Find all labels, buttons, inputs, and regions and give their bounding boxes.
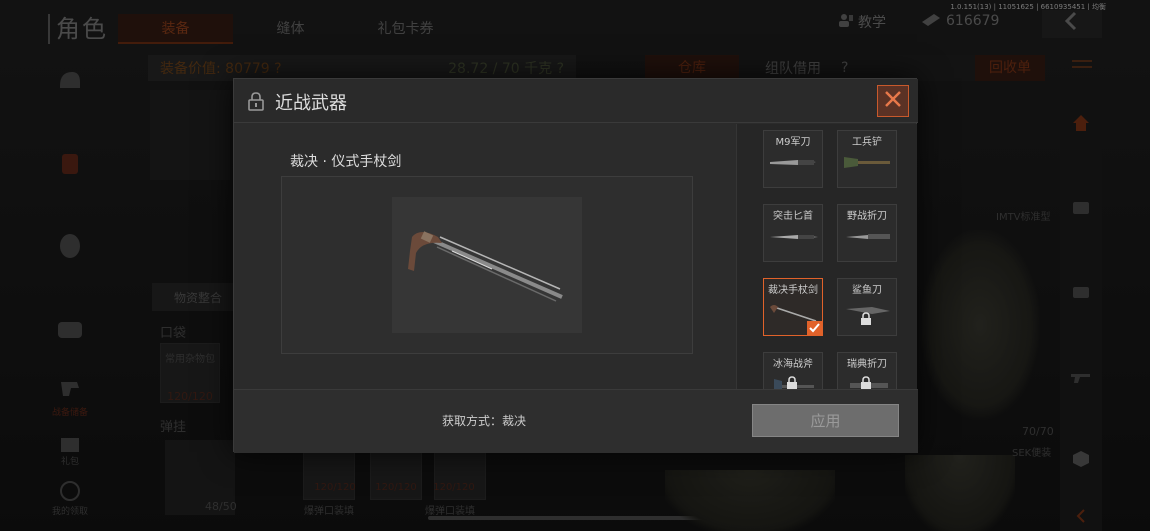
folding-knife-icon <box>846 234 890 239</box>
weapon-card-swiss-knife[interactable]: 瑞典折刀 <box>837 352 897 389</box>
melee-weapon-dialog: 近战武器 裁决 · 仪式手杖剑 M9军刀 工兵铲 突击匕首 野战折刀 裁决手杖剑… <box>233 78 918 453</box>
weapon-card-shovel[interactable]: 工兵铲 <box>837 130 897 188</box>
lock-icon <box>860 375 872 389</box>
lock-icon <box>786 375 798 389</box>
weapon-preview-inner <box>392 197 582 333</box>
weapon-list[interactable]: M9军刀 工兵铲 突击匕首 野战折刀 裁决手杖剑 鲨鱼刀 冰海战斧 瑞典折刀 <box>736 124 917 389</box>
weapon-card-name: 鲨鱼刀 <box>852 285 882 296</box>
weapon-card-name: 野战折刀 <box>847 211 887 222</box>
weapon-name: 裁决 · 仪式手杖剑 <box>290 154 402 170</box>
weapon-card-name: 瑞典折刀 <box>847 359 887 370</box>
weapon-card-assault-dagger[interactable]: 突击匕首 <box>763 204 823 262</box>
acquire-method: 获取方式：裁决 <box>442 414 527 428</box>
weapon-card-name: M9军刀 <box>775 137 811 148</box>
weapon-card-m9[interactable]: M9军刀 <box>763 130 823 188</box>
checkmark-icon <box>807 321 822 335</box>
close-icon <box>883 89 903 113</box>
weapon-card-cane-sword[interactable]: 裁决手杖剑 <box>763 278 823 336</box>
apply-button[interactable]: 应用 <box>752 404 899 437</box>
dagger-icon <box>770 235 818 239</box>
lock-icon <box>860 311 872 330</box>
shovel-icon <box>844 157 890 168</box>
dialog-title: 近战武器 <box>275 93 347 114</box>
weapon-card-name: 冰海战斧 <box>773 359 813 370</box>
lock-icon <box>246 91 266 111</box>
close-button[interactable] <box>877 85 909 117</box>
weapon-card-field-knife[interactable]: 野战折刀 <box>837 204 897 262</box>
dialog-footer: 获取方式：裁决 应用 <box>234 389 918 453</box>
weapon-preview <box>281 176 693 354</box>
knife-icon <box>770 160 816 165</box>
weapon-card-name: 裁决手杖剑 <box>768 285 818 296</box>
weapon-card-ice-axe[interactable]: 冰海战斧 <box>763 352 823 389</box>
cane-sword-image <box>408 231 563 302</box>
dialog-header: 近战武器 <box>234 79 918 123</box>
weapon-card-shark-knife[interactable]: 鲨鱼刀 <box>837 278 897 336</box>
weapon-card-name: 工兵铲 <box>852 137 882 148</box>
weapon-card-name: 突击匕首 <box>773 211 813 222</box>
